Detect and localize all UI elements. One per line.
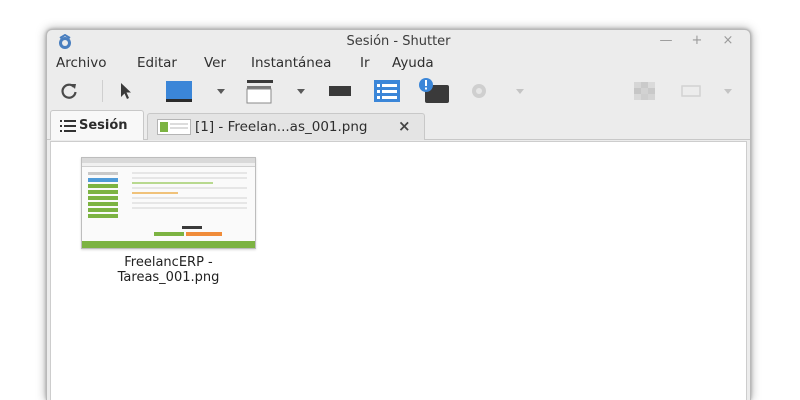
tab-bar: Sesión [1] - Freelan...as_001.png ×: [47, 110, 750, 140]
reload-icon: [61, 83, 77, 99]
tab-screenshot-label: [1] - Freelan...as_001.png: [195, 119, 368, 135]
window-icon: [246, 80, 273, 104]
title-bar[interactable]: Sesión - Shutter — + ×: [47, 30, 750, 52]
session-view: FreelancERP - Tareas_001.png: [50, 141, 747, 400]
menu-capture-button[interactable]: [373, 78, 401, 104]
export-button[interactable]: [633, 81, 657, 101]
list-icon: [60, 120, 76, 132]
close-window-button[interactable]: ×: [721, 33, 735, 48]
web-capture-button[interactable]: [470, 82, 488, 100]
view-toggle-button[interactable]: [680, 84, 702, 98]
reload-button[interactable]: [58, 80, 80, 102]
tooltip-capture-button[interactable]: [417, 76, 451, 106]
screenshot-filename: FreelancERP - Tareas_001.png: [81, 255, 256, 285]
desktop-dropdown-arrow[interactable]: [217, 89, 225, 94]
rectangle-icon: [681, 85, 701, 97]
pointer-icon: [121, 83, 131, 99]
screenshot-thumbnail[interactable]: [81, 157, 256, 249]
tab-screenshot[interactable]: [1] - Freelan...as_001.png ×: [147, 113, 425, 140]
section-capture-button[interactable]: [327, 83, 353, 99]
desktop-capture-button[interactable]: [165, 79, 193, 103]
tooltip-capture-icon: [419, 78, 449, 103]
window-capture-button[interactable]: [245, 78, 275, 104]
filename-line-2: Tareas_001.png: [117, 270, 220, 285]
menu-ir[interactable]: Ir: [360, 55, 370, 71]
menu-ayuda[interactable]: Ayuda: [392, 55, 434, 71]
view-dropdown-arrow[interactable]: [724, 89, 732, 94]
minimize-button[interactable]: —: [659, 33, 673, 48]
web-dropdown-arrow[interactable]: [516, 89, 524, 94]
menu-capture-icon: [374, 80, 400, 102]
tab-close-icon[interactable]: ×: [398, 117, 411, 135]
session-item[interactable]: FreelancERP - Tareas_001.png: [81, 157, 256, 285]
window-title: Sesión - Shutter: [346, 34, 451, 49]
filename-line-1: FreelancERP -: [124, 255, 213, 270]
tab-session-label: Sesión: [79, 118, 128, 133]
menu-instantanea[interactable]: Instantánea: [251, 55, 331, 71]
menu-bar: Archivo Editar Ver Instantánea Ir Ayuda: [47, 52, 750, 74]
window-dropdown-arrow[interactable]: [297, 89, 305, 94]
selection-button[interactable]: [117, 81, 135, 101]
menu-editar[interactable]: Editar: [137, 55, 177, 71]
export-icon: [634, 82, 655, 100]
toolbar: [47, 74, 750, 108]
globe-icon: [472, 84, 486, 98]
tab-thumbnail-icon: [157, 119, 191, 135]
menu-ver[interactable]: Ver: [204, 55, 226, 71]
section-icon: [329, 86, 351, 96]
menu-archivo[interactable]: Archivo: [56, 55, 106, 71]
maximize-button[interactable]: +: [690, 33, 704, 48]
toolbar-separator: [102, 80, 103, 102]
tab-session[interactable]: Sesión: [50, 110, 144, 140]
desktop-icon: [166, 81, 192, 102]
shutter-window: Sesión - Shutter — + × Archivo Editar Ve…: [46, 29, 751, 400]
